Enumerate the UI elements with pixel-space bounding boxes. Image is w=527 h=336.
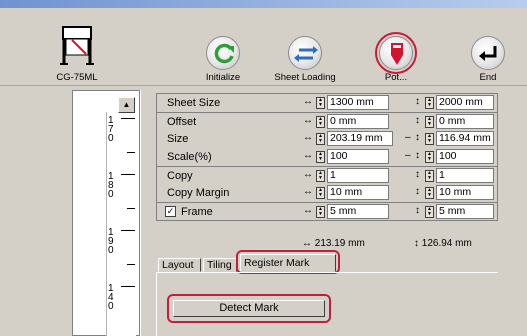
pot-label: Pot... (384, 72, 408, 83)
initialize-label: Initialize (205, 72, 241, 83)
ruler-number: 140 (108, 283, 114, 312)
copy-x-field[interactable]: 1 (327, 168, 389, 183)
sheet-size-row: Sheet Size ↔ ▲ ▼ 1300 mm ↕ ▲ ▼ 2000 mm (157, 94, 497, 112)
sheet-size-label: Sheet Size (167, 97, 221, 109)
vertical-arrow-icon: ↕ (415, 115, 420, 126)
horizontal-arrow-icon: ↔ (303, 169, 313, 180)
spin-button[interactable]: ▲ ▼ (425, 116, 434, 128)
tab-layout[interactable]: Layout (158, 258, 201, 272)
copy-y-field[interactable]: 1 (436, 168, 494, 183)
spin-button[interactable]: ▲ ▼ (316, 116, 325, 128)
size-label: Size (167, 133, 189, 145)
scale-row: Scale(%) ↔ ▲ ▼ 100 – ↕ ▲ ▼ 100 (157, 148, 497, 166)
horizontal-arrow-icon: ↔ (303, 132, 313, 143)
offset-y-field[interactable]: 0 mm (436, 114, 494, 129)
spin-button[interactable]: ▲ ▼ (316, 206, 325, 218)
ruler-number: 170 (108, 115, 114, 144)
return-arrow-icon (471, 36, 505, 70)
tab-tiling[interactable]: Tiling (203, 258, 237, 272)
vertical-arrow-icon: ↕ (415, 132, 420, 143)
end-button[interactable]: End (462, 8, 514, 86)
plotter-icon (60, 26, 94, 65)
horizontal-arrow-icon: ↔ (303, 205, 313, 216)
sheet-loading-button[interactable]: Sheet Loading (268, 8, 342, 86)
copy-label: Copy (167, 170, 193, 182)
title-bar (0, 0, 527, 8)
end-label: End (479, 72, 497, 83)
pen-icon (379, 36, 413, 70)
settings-panel: Sheet Size ↔ ▲ ▼ 1300 mm ↕ ▲ ▼ 2000 mm Off… (150, 90, 503, 336)
spin-button[interactable]: ▲ ▼ (425, 151, 434, 163)
vertical-arrow-icon: ↕ (415, 205, 420, 216)
ruler-number: 180 (108, 171, 114, 200)
link-dash-icon: – (405, 132, 411, 143)
settings-grid: Sheet Size ↔ ▲ ▼ 1300 mm ↕ ▲ ▼ 2000 mm Off… (156, 93, 498, 221)
frame-y-field[interactable]: 5 mm (436, 204, 494, 219)
copy-row: Copy ↔ ▲ ▼ 1 ↕ ▲ ▼ 1 (157, 166, 497, 184)
scroll-up-button[interactable]: ▲ (118, 97, 135, 113)
swap-arrows-icon (288, 36, 322, 70)
detect-mark-button[interactable]: Detect Mark (173, 300, 325, 317)
scale-x-field[interactable]: 100 (327, 149, 389, 164)
sheet-loading-label: Sheet Loading (274, 72, 336, 83)
link-dash-icon: – (405, 150, 411, 161)
horizontal-arrow-icon: ↔ (303, 115, 313, 126)
frame-row: ✓ Frame ↔ ▲ ▼ 5 mm ↕ ▲ ▼ 5 mm (157, 202, 497, 220)
device-label: CG-75ML (56, 72, 98, 83)
vertical-arrow-icon: ↕ (415, 169, 420, 180)
tab-highlight (236, 250, 340, 274)
vertical-ruler: 170 180 190 140 (106, 112, 136, 336)
size-width-field[interactable]: 203.19 mm (327, 131, 393, 146)
horizontal-arrow-icon: ↔ (303, 150, 313, 161)
size-row: Size ↔ ▲ ▼ 203.19 mm – ↕ ▲ ▼ 116.94 mm (157, 130, 497, 148)
vertical-arrow-icon: ↕ (415, 96, 420, 107)
register-mark-tab-content: Detect Mark (156, 272, 498, 336)
copy-margin-y-field[interactable]: 10 mm (436, 185, 494, 200)
horizontal-arrow-icon: ↔ (303, 96, 313, 107)
total-height: ↕ 126.94 mm (414, 238, 472, 249)
scale-y-field[interactable]: 100 (436, 149, 494, 164)
device-button[interactable]: CG-75ML (42, 8, 112, 86)
vertical-arrow-icon: ↕ (415, 150, 420, 161)
spin-button[interactable]: ▲ ▼ (316, 97, 325, 109)
tab-strip: Layout Tiling Register Mark Detect Mark (156, 250, 498, 336)
copy-margin-label: Copy Margin (167, 187, 230, 199)
offset-x-field[interactable]: 0 mm (327, 114, 389, 129)
spin-button[interactable]: ▲ ▼ (425, 206, 434, 218)
spin-button[interactable]: ▲ ▼ (425, 97, 434, 109)
horizontal-arrow-icon: ↔ (303, 186, 313, 197)
refresh-icon (206, 36, 240, 70)
offset-label: Offset (167, 116, 197, 128)
pot-button[interactable]: Pot... (368, 8, 424, 86)
copy-margin-x-field[interactable]: 10 mm (327, 185, 389, 200)
spin-button[interactable]: ▲ ▼ (316, 187, 325, 199)
spin-button[interactable]: ▲ ▼ (316, 170, 325, 182)
spin-button[interactable]: ▲ ▼ (316, 133, 325, 145)
frame-label: Frame (181, 206, 213, 218)
scale-label: Scale(%) (167, 151, 212, 163)
spin-button[interactable]: ▲ ▼ (316, 151, 325, 163)
frame-checkbox[interactable]: ✓ (165, 206, 176, 217)
sheet-size-width-field[interactable]: 1300 mm (327, 95, 389, 110)
frame-x-field[interactable]: 5 mm (327, 204, 389, 219)
vertical-arrow-icon: ↕ (415, 186, 420, 197)
ruler-number: 190 (108, 227, 114, 256)
initialize-button[interactable]: Initialize (195, 8, 251, 86)
size-height-field[interactable]: 116.94 mm (436, 131, 494, 146)
spin-button[interactable]: ▲ ▼ (425, 133, 434, 145)
sheet-size-height-field[interactable]: 2000 mm (436, 95, 494, 110)
spin-button[interactable]: ▲ ▼ (425, 187, 434, 199)
copy-margin-row: Copy Margin ↔ ▲ ▼ 10 mm ↕ ▲ ▼ 10 mm (157, 184, 497, 202)
total-width: ↔ 213.19 mm (302, 238, 365, 249)
toolbar: CG-75ML Initialize Sheet Loading Pot... … (0, 8, 527, 86)
triangle-up-icon: ▲ (122, 100, 131, 109)
offset-row: Offset ↔ ▲ ▼ 0 mm ↕ ▲ ▼ 0 mm (157, 112, 497, 130)
spin-button[interactable]: ▲ ▼ (425, 170, 434, 182)
vertical-scrollbar[interactable] (140, 90, 148, 336)
